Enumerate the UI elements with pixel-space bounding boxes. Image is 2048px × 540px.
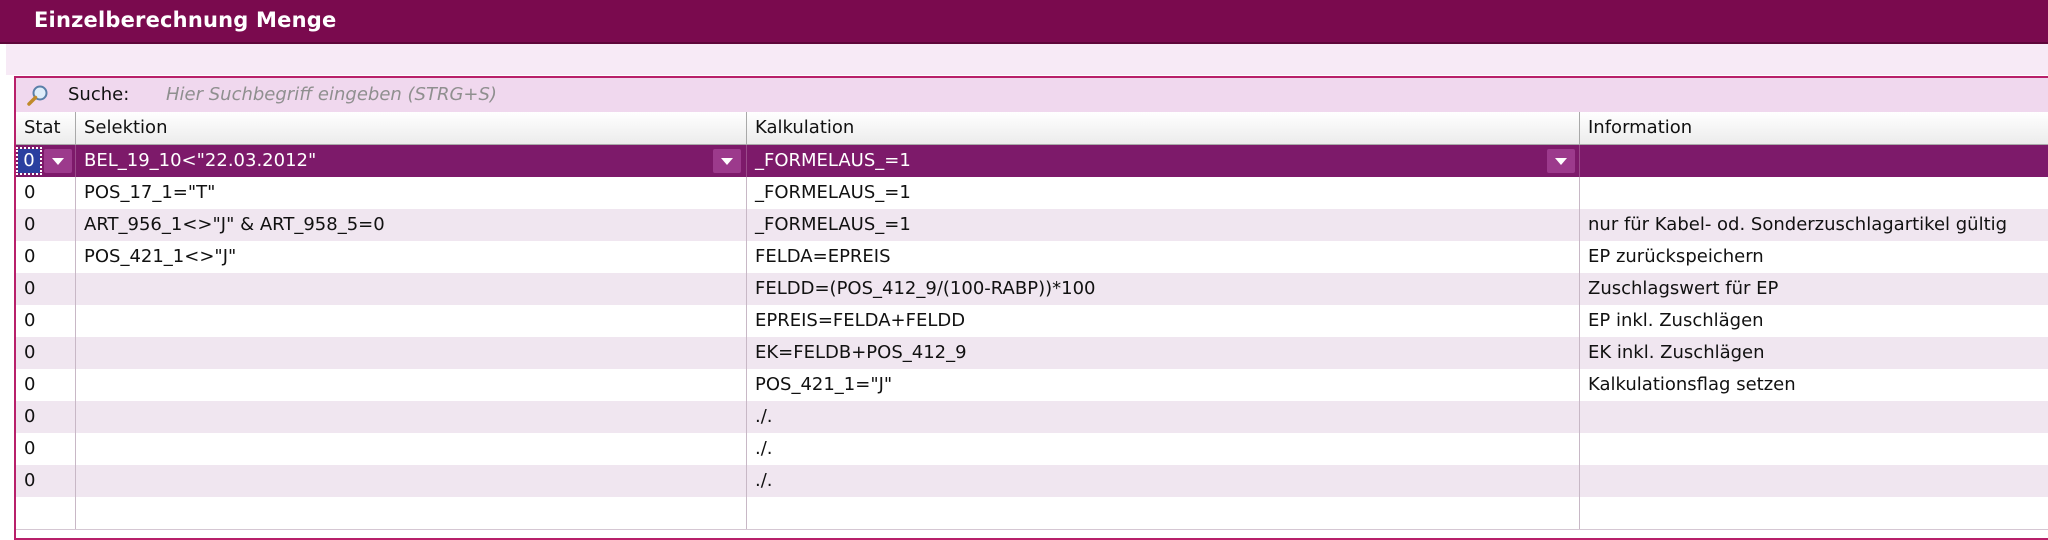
table-row[interactable]: 0 POS_421_1="J" Kalkulationsflag setzen (16, 369, 2048, 402)
search-input[interactable]: Hier Suchbegriff eingeben (STRG+S) (166, 84, 497, 105)
kalkulation-cell[interactable]: FELDA=EPREIS (747, 241, 1580, 273)
table-row[interactable]: 0 EPREIS=FELDA+FELDD EP inkl. Zuschlägen (16, 305, 2048, 338)
selektion-cell[interactable]: ART_956_1<>"J" & ART_958_5=0 (76, 209, 747, 241)
table-row[interactable] (16, 497, 2048, 530)
table-row[interactable]: 0 POS_17_1="T" _FORMELAUS_=1 (16, 177, 2048, 210)
table-row[interactable]: 0 ART_956_1<>"J" & ART_958_5=0 _FORMELAU… (16, 209, 2048, 242)
kalkulation-cell[interactable]: EPREIS=FELDA+FELDD (747, 305, 1580, 337)
information-cell[interactable] (1580, 465, 2048, 497)
information-cell[interactable] (1580, 497, 2048, 529)
column-header-information[interactable]: Information (1580, 112, 2048, 144)
rules-panel: Suche: Hier Suchbegriff eingeben (STRG+S… (14, 76, 2048, 540)
selektion-cell[interactable] (76, 497, 747, 529)
information-cell[interactable]: Kalkulationsflag setzen (1580, 369, 2048, 401)
stat-editor[interactable]: 0 (16, 147, 42, 175)
stat-cell[interactable]: 0 (16, 337, 76, 369)
table-row-selected[interactable]: 0 BEL_19_10<"22.03.2012" _FORMELAUS_=1 (16, 145, 2048, 178)
stat-cell[interactable]: 0 (16, 305, 76, 337)
kalkulation-cell[interactable]: ./. (747, 465, 1580, 497)
kalkulation-cell[interactable]: POS_421_1="J" (747, 369, 1580, 401)
selektion-cell[interactable]: POS_17_1="T" (76, 177, 747, 209)
kalkulation-cell[interactable] (747, 497, 1580, 529)
kalkulation-cell[interactable]: FELDD=(POS_412_9/(100-RABP))*100 (747, 273, 1580, 305)
information-cell[interactable]: nur für Kabel- od. Sonderzuschlagartikel… (1580, 209, 2048, 241)
kalkulation-cell[interactable]: ./. (747, 433, 1580, 465)
stat-cell[interactable]: 0 (16, 145, 76, 177)
magnifier-icon[interactable] (26, 84, 50, 106)
search-bar[interactable]: Suche: Hier Suchbegriff eingeben (STRG+S… (16, 78, 2048, 113)
stat-cell[interactable]: 0 (16, 241, 76, 273)
window-title: Einzelberechnung Menge (34, 8, 337, 32)
selektion-cell[interactable] (76, 465, 747, 497)
table-row[interactable]: 0 ./. (16, 465, 2048, 498)
selektion-cell[interactable]: BEL_19_10<"22.03.2012" (76, 145, 747, 177)
information-cell[interactable] (1580, 177, 2048, 209)
selektion-value: BEL_19_10<"22.03.2012" (84, 150, 317, 171)
information-cell[interactable] (1580, 401, 2048, 433)
column-header-stat[interactable]: Stat (16, 112, 76, 144)
table-header: Stat Selektion Kalkulation Information (16, 112, 2048, 145)
kalkulation-cell[interactable]: EK=FELDB+POS_412_9 (747, 337, 1580, 369)
stat-cell[interactable]: 0 (16, 433, 76, 465)
stat-cell[interactable] (16, 497, 76, 529)
stat-cell[interactable]: 0 (16, 369, 76, 401)
information-cell[interactable]: EK inkl. Zuschlägen (1580, 337, 2048, 369)
information-cell[interactable] (1580, 145, 2048, 177)
information-cell[interactable]: Zuschlagswert für EP (1580, 273, 2048, 305)
stat-cell[interactable]: 0 (16, 465, 76, 497)
kalkulation-value: _FORMELAUS_=1 (755, 150, 911, 171)
selektion-cell[interactable] (76, 305, 747, 337)
selektion-cell[interactable] (76, 273, 747, 305)
table-row[interactable]: 0 EK=FELDB+POS_412_9 EK inkl. Zuschlägen (16, 337, 2048, 370)
information-cell[interactable]: EP zurückspeichern (1580, 241, 2048, 273)
selektion-cell[interactable] (76, 433, 747, 465)
stat-cell[interactable]: 0 (16, 177, 76, 209)
stat-cell[interactable]: 0 (16, 209, 76, 241)
table-row[interactable]: 0 POS_421_1<>"J" FELDA=EPREIS EP zurücks… (16, 241, 2048, 274)
chevron-down-icon[interactable] (44, 149, 72, 173)
table-row[interactable]: 0 FELDD=(POS_412_9/(100-RABP))*100 Zusch… (16, 273, 2048, 306)
column-header-selektion[interactable]: Selektion (76, 112, 747, 144)
toolbar-band (6, 44, 2048, 75)
window-titlebar: Einzelberechnung Menge (0, 0, 2048, 44)
information-cell[interactable] (1580, 433, 2048, 465)
information-cell[interactable]: EP inkl. Zuschlägen (1580, 305, 2048, 337)
search-label: Suche: (68, 84, 130, 105)
table-row[interactable]: 0 ./. (16, 433, 2048, 466)
selektion-cell[interactable]: POS_421_1<>"J" (76, 241, 747, 273)
stat-cell[interactable]: 0 (16, 273, 76, 305)
table-row[interactable]: 0 ./. (16, 401, 2048, 434)
selektion-cell[interactable] (76, 401, 747, 433)
kalkulation-cell[interactable]: _FORMELAUS_=1 (747, 145, 1580, 177)
selektion-cell[interactable] (76, 337, 747, 369)
stat-cell[interactable]: 0 (16, 401, 76, 433)
kalkulation-cell[interactable]: _FORMELAUS_=1 (747, 177, 1580, 209)
kalkulation-cell[interactable]: ./. (747, 401, 1580, 433)
chevron-down-icon[interactable] (1547, 149, 1575, 173)
column-header-kalkulation[interactable]: Kalkulation (747, 112, 1580, 144)
selektion-cell[interactable] (76, 369, 747, 401)
kalkulation-cell[interactable]: _FORMELAUS_=1 (747, 209, 1580, 241)
chevron-down-icon[interactable] (713, 149, 741, 173)
